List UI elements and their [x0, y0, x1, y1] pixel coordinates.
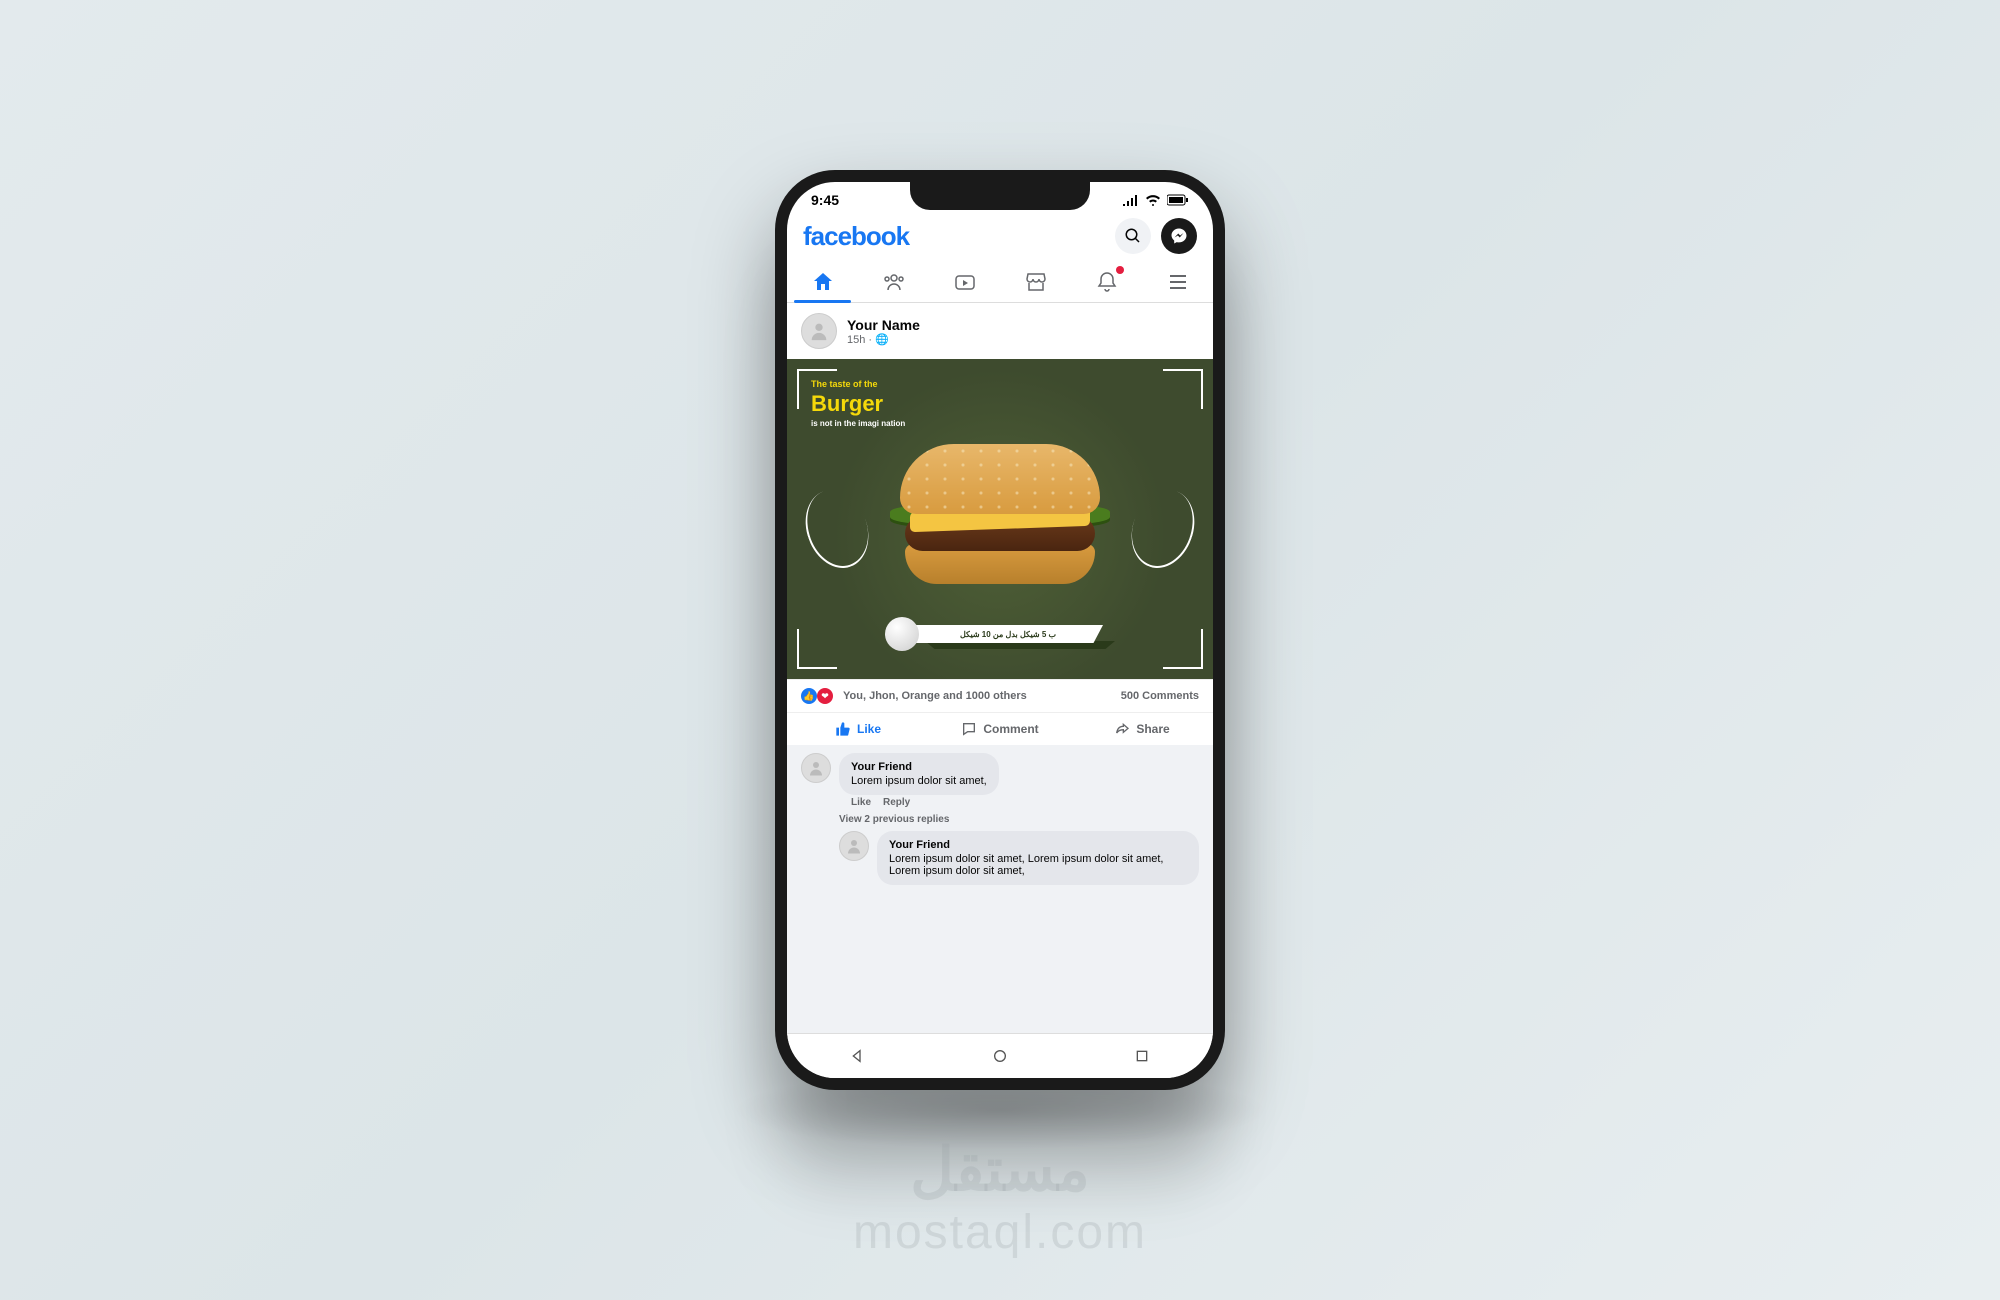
- post-header[interactable]: Your Name 15h · 🌐: [787, 303, 1213, 359]
- frame-corner: [1163, 369, 1203, 409]
- tab-notifications[interactable]: [1071, 262, 1142, 302]
- view-previous-replies[interactable]: View 2 previous replies: [839, 814, 1199, 825]
- share-button[interactable]: Share: [1071, 713, 1213, 745]
- tab-home[interactable]: [787, 262, 858, 302]
- price-text: ب 5 شيكل بدل من 10 شيكل: [913, 625, 1103, 643]
- android-nav-bar: [787, 1033, 1213, 1078]
- comment-author[interactable]: Your Friend: [851, 761, 987, 773]
- ad-tagline-2: is not in the imagi nation: [811, 419, 905, 428]
- reply-avatar[interactable]: [839, 831, 869, 861]
- swirl-decoration: [795, 481, 879, 577]
- screen: 9:45 facebook: [787, 182, 1213, 1078]
- comment-reply[interactable]: Reply: [883, 797, 910, 808]
- status-time: 9:45: [811, 192, 839, 208]
- comments-count[interactable]: 500 Comments: [1121, 690, 1199, 702]
- nav-home[interactable]: [990, 1046, 1010, 1066]
- comment-body: Lorem ipsum dolor sit amet,: [851, 775, 987, 787]
- watermark: مستقل mostaql.com: [853, 1135, 1147, 1260]
- like-button[interactable]: Like: [787, 713, 929, 745]
- signal-icon: [1123, 194, 1139, 206]
- post-image[interactable]: The taste of the Burger is not in the im…: [787, 359, 1213, 679]
- comment-like[interactable]: Like: [851, 797, 871, 808]
- post-actions: Like Comment Share: [787, 712, 1213, 745]
- author-name[interactable]: Your Name: [847, 317, 920, 333]
- battery-icon: [1167, 194, 1189, 206]
- notch: [910, 182, 1090, 210]
- status-indicators: [1123, 194, 1189, 206]
- tab-marketplace[interactable]: [1000, 262, 1071, 302]
- comments-section: Your Friend Lorem ipsum dolor sit amet, …: [787, 745, 1213, 1033]
- author-avatar[interactable]: [801, 313, 837, 349]
- ad-tagline-1: The taste of the: [811, 379, 905, 389]
- reactions-bar[interactable]: 👍 ❤ You, Jhon, Orange and 1000 others 50…: [787, 679, 1213, 712]
- messenger-button[interactable]: [1161, 218, 1197, 254]
- tab-bar: [787, 262, 1213, 303]
- phone-frame: 9:45 facebook: [775, 170, 1225, 1090]
- notification-badge: [1116, 266, 1124, 274]
- reactions-text[interactable]: You, Jhon, Orange and 1000 others: [843, 690, 1027, 702]
- reply: Your Friend Lorem ipsum dolor sit amet, …: [839, 831, 1199, 885]
- love-reaction-icon: ❤: [817, 688, 833, 704]
- reply-body: Lorem ipsum dolor sit amet, Lorem ipsum …: [889, 853, 1187, 877]
- tab-menu[interactable]: [1142, 262, 1213, 302]
- tab-friends[interactable]: [858, 262, 929, 302]
- comment-bubble[interactable]: Your Friend Lorem ipsum dolor sit amet,: [839, 753, 999, 795]
- price-banner: ب 5 شيكل بدل من 10 شيكل: [885, 619, 1115, 649]
- post-time: 15h · 🌐: [847, 333, 920, 346]
- frame-corner: [797, 629, 837, 669]
- search-button[interactable]: [1115, 218, 1151, 254]
- tab-watch[interactable]: [929, 262, 1000, 302]
- burger-image: [890, 444, 1110, 594]
- facebook-logo[interactable]: facebook: [803, 221, 909, 252]
- like-reaction-icon: 👍: [801, 688, 817, 704]
- reply-bubble[interactable]: Your Friend Lorem ipsum dolor sit amet, …: [877, 831, 1199, 885]
- ad-title: Burger: [811, 391, 905, 417]
- comment: Your Friend Lorem ipsum dolor sit amet,: [801, 753, 1199, 795]
- feed: Your Name 15h · 🌐 The taste of the Burge…: [787, 303, 1213, 1033]
- nav-back[interactable]: [848, 1046, 868, 1066]
- reply-author[interactable]: Your Friend: [889, 839, 1187, 851]
- comment-button[interactable]: Comment: [929, 713, 1071, 745]
- swirl-decoration: [1121, 481, 1205, 577]
- post: Your Name 15h · 🌐 The taste of the Burge…: [787, 303, 1213, 745]
- wifi-icon: [1145, 194, 1161, 206]
- nav-recent[interactable]: [1132, 1046, 1152, 1066]
- frame-corner: [1163, 629, 1203, 669]
- comment-avatar[interactable]: [801, 753, 831, 783]
- app-header: facebook: [787, 212, 1213, 262]
